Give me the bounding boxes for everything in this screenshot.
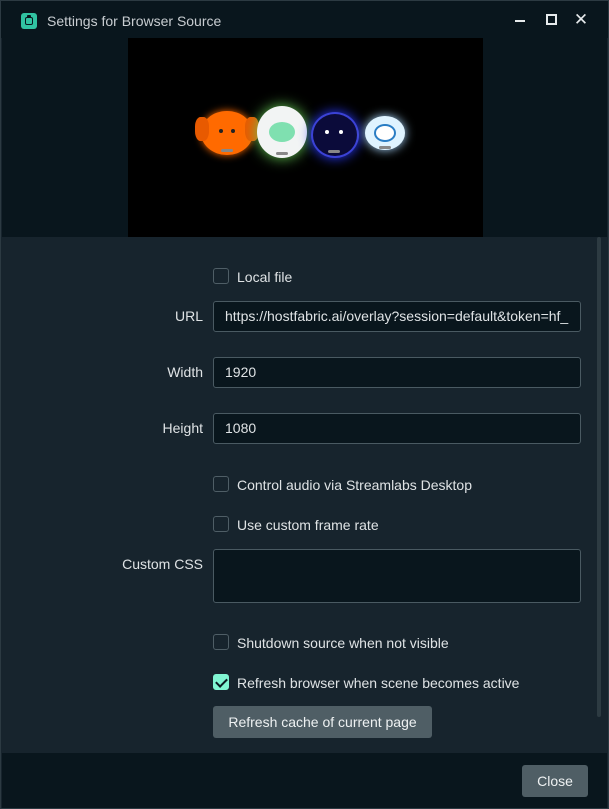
mascot-eye — [219, 129, 223, 133]
width-field[interactable]: 1920 — [213, 357, 581, 388]
refresh-browser-label: Refresh browser when scene becomes activ… — [237, 675, 520, 691]
scrollbar[interactable] — [597, 237, 601, 717]
close-window-button[interactable]: ✕ — [570, 9, 592, 31]
mascot-nametag — [276, 152, 288, 155]
preview-area — [2, 38, 607, 237]
mascot-nametag — [221, 149, 233, 152]
url-label: URL — [174, 308, 203, 324]
title-bar: Settings for Browser Source ✕ — [1, 1, 608, 38]
minimize-button[interactable] — [509, 9, 531, 31]
white-mascot-image — [257, 106, 307, 158]
local-file-label: Local file — [237, 269, 293, 285]
robot-mascot-image — [365, 116, 405, 150]
height-field[interactable]: 1080 — [213, 413, 581, 444]
mascot-eye — [231, 129, 235, 133]
height-label: Height — [162, 420, 203, 436]
mascot-nametag — [379, 146, 391, 149]
orange-mascot-image — [195, 111, 259, 155]
maximize-button[interactable] — [541, 9, 563, 31]
custom-css-textarea[interactable] — [213, 549, 581, 603]
mascot-eye — [325, 130, 329, 134]
custom-frame-rate-label: Use custom frame rate — [237, 517, 379, 533]
refresh-cache-button[interactable]: Refresh cache of current page — [213, 706, 432, 738]
settings-window: Settings for Browser Source ✕ Local file… — [0, 0, 609, 809]
source-preview — [128, 38, 483, 237]
local-file-checkbox[interactable] — [213, 268, 229, 284]
shutdown-source-label: Shutdown source when not visible — [237, 635, 449, 651]
settings-form: Local file URL https://hostfabric.ai/ove… — [2, 237, 607, 753]
maximize-icon — [546, 14, 557, 25]
control-audio-checkbox[interactable] — [213, 476, 229, 492]
footer-bar: Close — [2, 753, 607, 808]
shutdown-source-checkbox[interactable] — [213, 634, 229, 650]
refresh-browser-checkbox[interactable] — [213, 674, 229, 690]
mascot-eye — [339, 130, 343, 134]
mascot-face — [269, 122, 295, 142]
custom-css-label: Custom CSS — [122, 556, 203, 572]
close-button[interactable]: Close — [522, 765, 588, 797]
url-field[interactable]: https://hostfabric.ai/overlay?session=de… — [213, 301, 581, 332]
width-label: Width — [167, 364, 203, 380]
mascot-face — [374, 124, 396, 142]
window-title: Settings for Browser Source — [47, 13, 222, 29]
minimize-icon — [515, 20, 525, 22]
custom-frame-rate-checkbox[interactable] — [213, 516, 229, 532]
mascot-nametag — [328, 150, 340, 153]
navy-mascot-image — [311, 112, 359, 158]
streamlabs-icon — [21, 13, 37, 29]
control-audio-label: Control audio via Streamlabs Desktop — [237, 477, 473, 493]
